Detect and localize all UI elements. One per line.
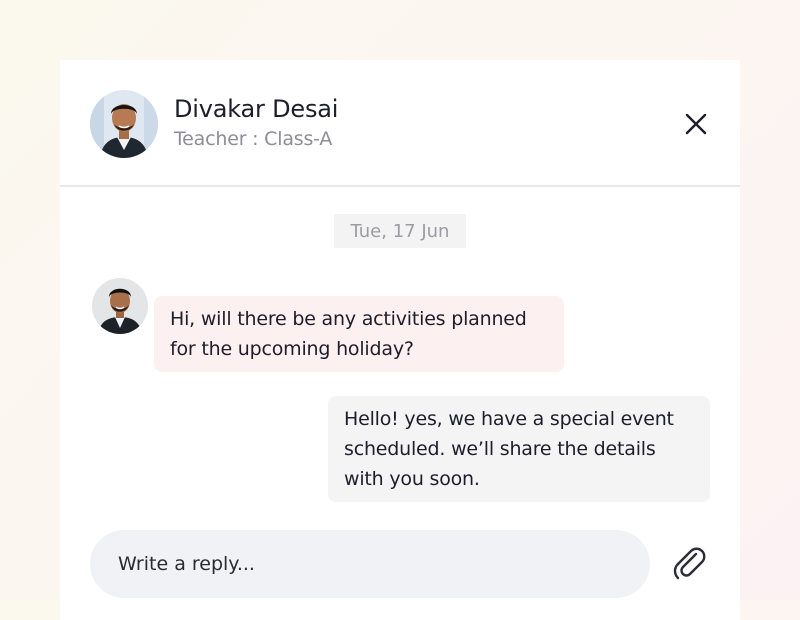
close-button[interactable] bbox=[678, 106, 714, 142]
reply-input[interactable]: Write a reply... bbox=[90, 530, 650, 598]
message-line: with you soon. bbox=[344, 468, 480, 490]
date-separator: Tue, 17 Jun bbox=[334, 214, 466, 248]
incoming-message-bubble: Hi, will there be any activities planned… bbox=[154, 296, 564, 372]
chat-window: Divakar Desai Teacher : Class-A Tue, 17 … bbox=[60, 60, 740, 620]
close-icon bbox=[685, 113, 707, 135]
contact-name: Divakar Desai bbox=[174, 95, 339, 123]
outgoing-message-bubble: Hello! yes, we have a special event sche… bbox=[328, 396, 710, 502]
sender-avatar bbox=[92, 278, 148, 334]
message-line: Hello! yes, we have a special event bbox=[344, 408, 674, 430]
message-line: Hi, will there be any activities planned bbox=[170, 308, 527, 330]
teacher-avatar bbox=[90, 90, 158, 158]
message-line: for the upcoming holiday? bbox=[170, 338, 414, 360]
message-line: scheduled. we’ll share the details bbox=[344, 438, 656, 460]
contact-role: Teacher : Class-A bbox=[174, 128, 333, 150]
chat-header: Divakar Desai Teacher : Class-A bbox=[60, 60, 740, 187]
attach-button[interactable] bbox=[670, 544, 710, 584]
paperclip-icon bbox=[673, 547, 706, 580]
